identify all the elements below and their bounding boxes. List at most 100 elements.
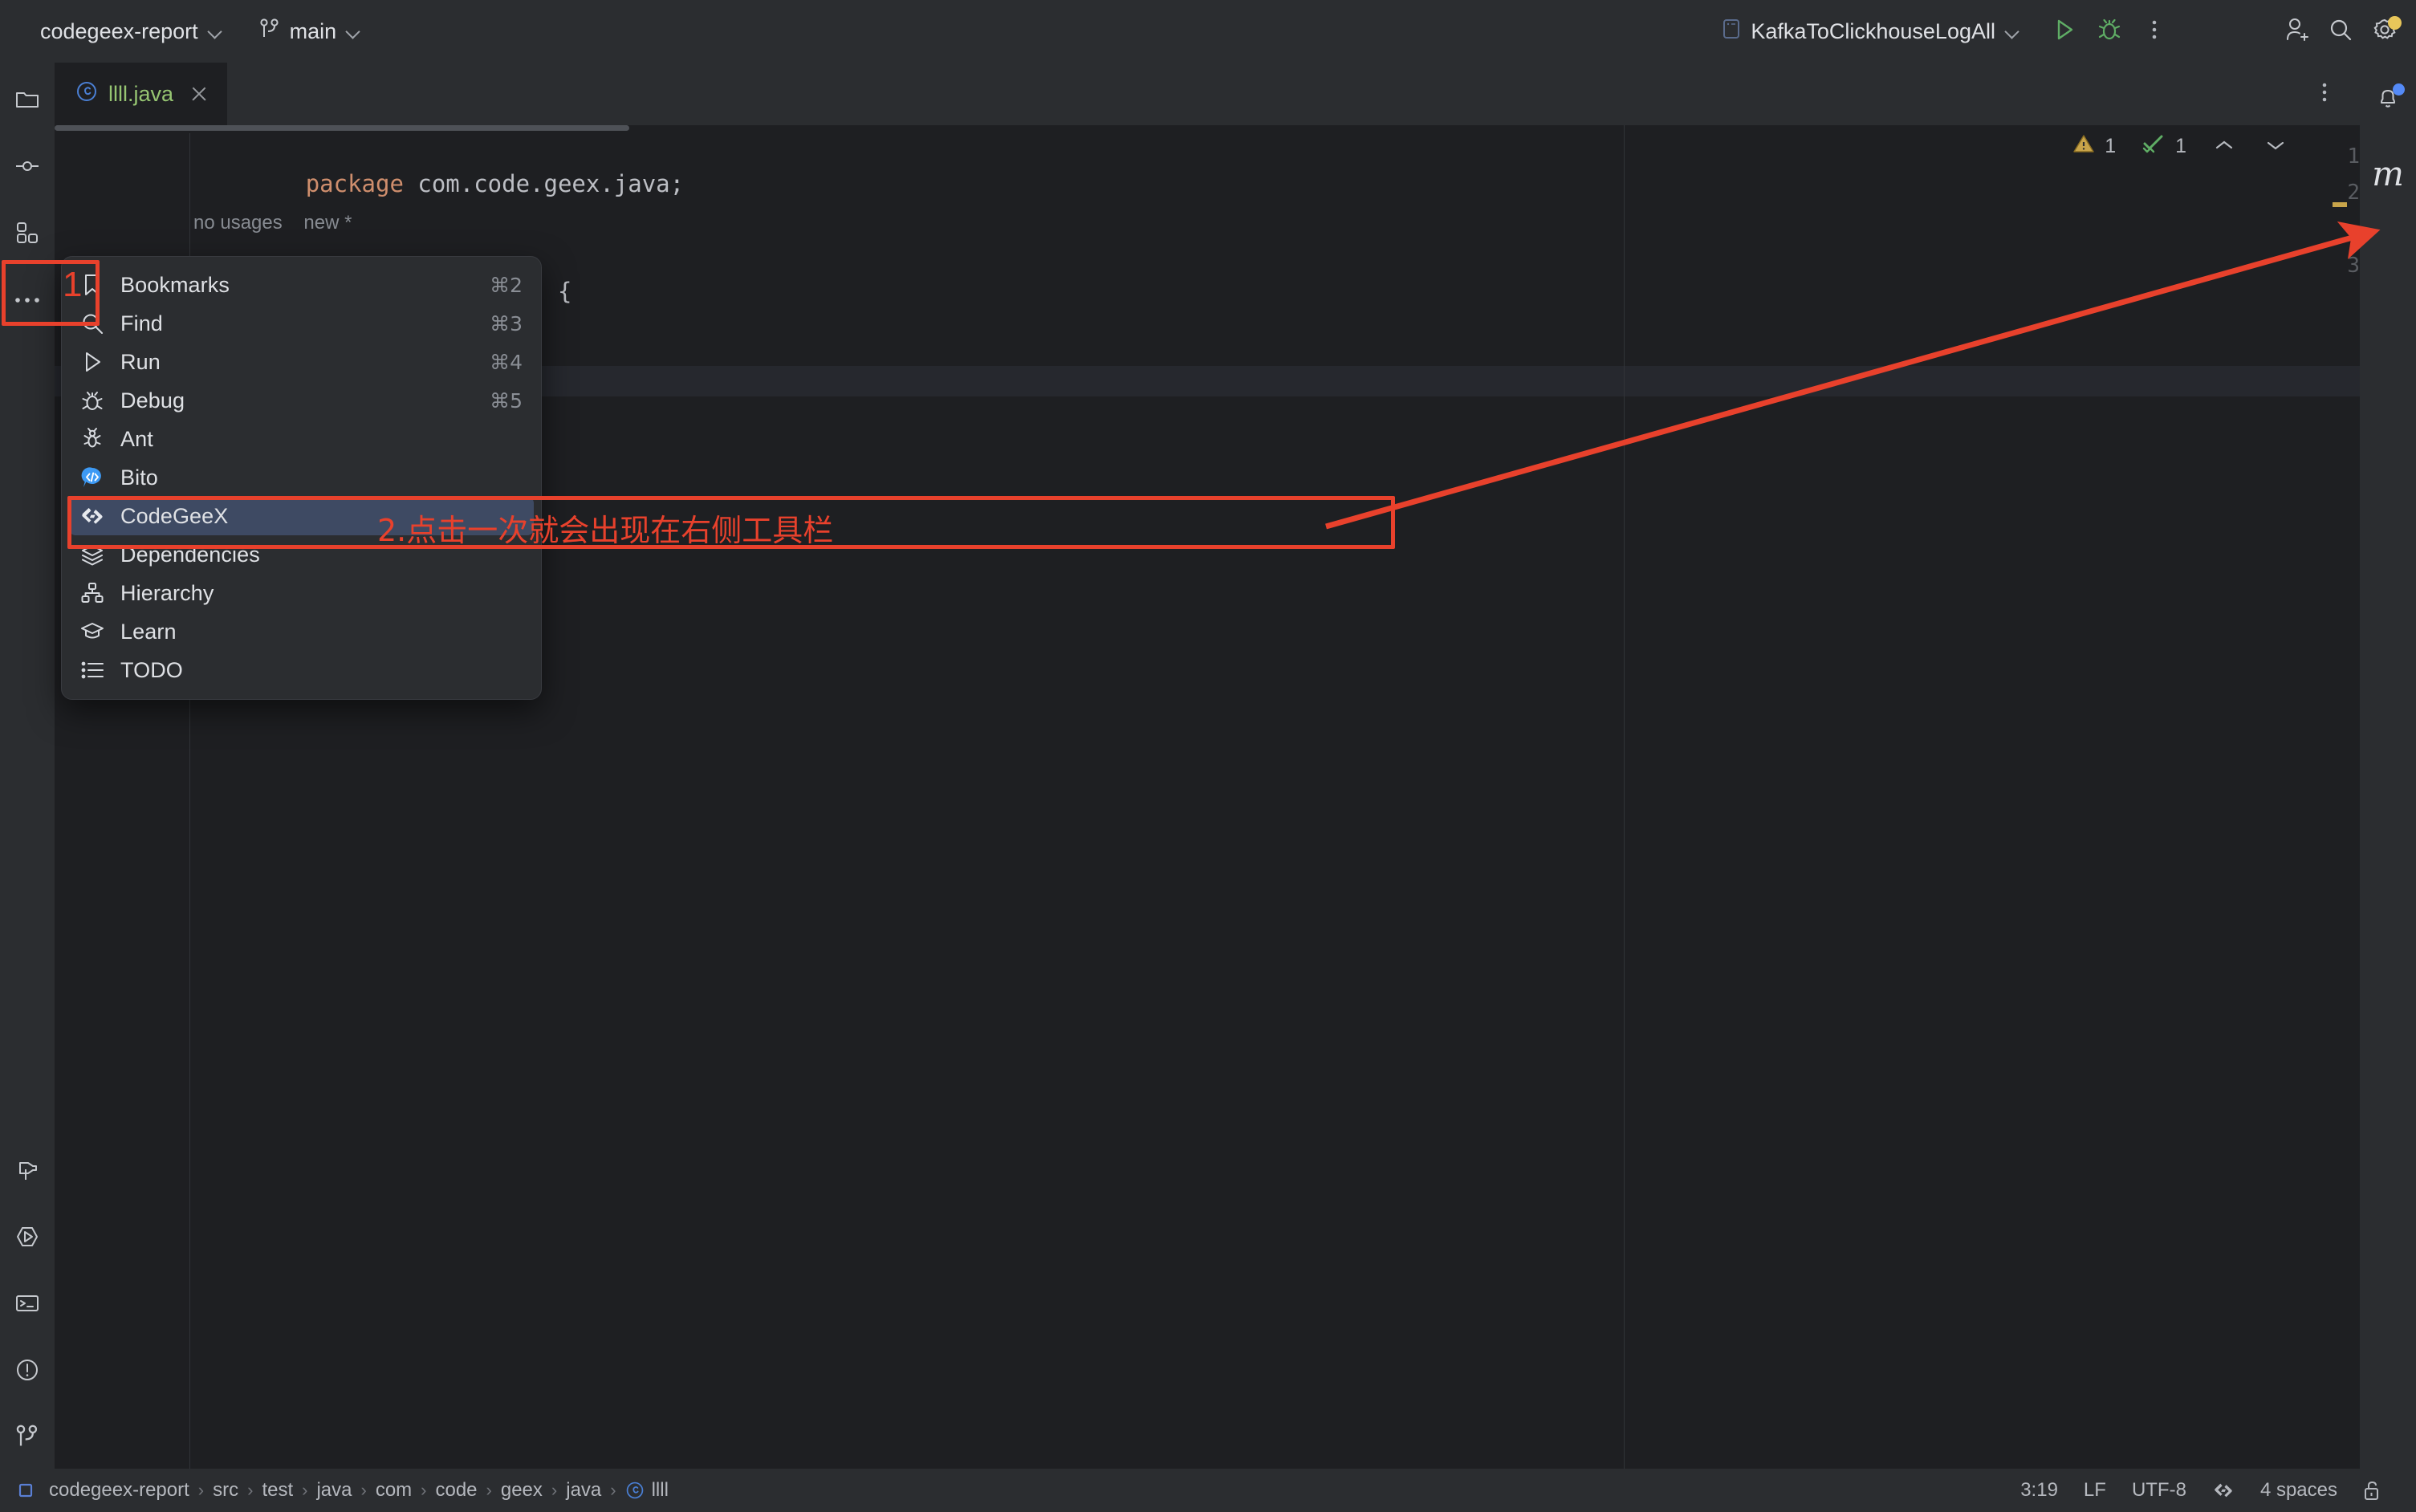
menu-item-bito[interactable]: Bito <box>69 458 534 497</box>
debug-button[interactable] <box>2087 9 2132 54</box>
notification-badge <box>2393 83 2405 96</box>
indent-setting[interactable]: 4 spaces <box>2247 1475 2350 1506</box>
run-config-icon <box>1722 18 1741 45</box>
line-number: 2 <box>2347 181 2360 205</box>
codegeex-status-icon[interactable] <box>2199 1477 2247 1504</box>
menu-item-label: CodeGeeX <box>120 503 229 528</box>
run-configuration-selector[interactable]: KafkaToClickhouseLogAll <box>1710 14 2031 50</box>
sidebar-item-services[interactable] <box>5 1216 50 1261</box>
bito-icon <box>79 464 106 491</box>
unlock-icon <box>2363 1480 2382 1501</box>
chevron-up-icon[interactable] <box>2214 135 2235 158</box>
inspections-widget[interactable]: 1 1 <box>2072 133 2286 160</box>
layers-icon <box>79 541 106 568</box>
sidebar-item-version-control[interactable] <box>5 1416 50 1461</box>
menu-item-label: Ant <box>120 426 153 451</box>
settings-button[interactable] <box>2363 9 2408 54</box>
breadcrumb-item[interactable]: code <box>428 1477 484 1504</box>
bookmark-icon <box>79 271 106 299</box>
editor-tab-bar: llll.java <box>55 63 2360 125</box>
more-run-options-button[interactable] <box>2132 9 2177 54</box>
sidebar-item-maven[interactable]: m <box>2365 151 2410 196</box>
ok-count: 1 <box>2175 135 2186 157</box>
terminal-icon <box>14 1290 40 1320</box>
close-icon[interactable] <box>189 83 209 104</box>
right-tool-stripe: m <box>2359 63 2416 1469</box>
menu-item-bookmarks[interactable]: Bookmarks ⌘2 <box>69 266 534 304</box>
menu-item-ant[interactable]: Ant <box>69 420 534 458</box>
code-token: com.code.geex.java; <box>403 170 685 197</box>
breadcrumb-item[interactable]: com <box>368 1477 419 1504</box>
breadcrumb-item[interactable]: java <box>309 1477 359 1504</box>
status-bar-right: 3:19 LF UTF-8 4 spaces <box>2007 1475 2416 1506</box>
search-icon <box>79 310 106 337</box>
run-button[interactable] <box>2042 9 2087 54</box>
error-stripe-marker[interactable] <box>2333 202 2347 207</box>
menu-item-find[interactable]: Find ⌘3 <box>69 304 534 343</box>
right-margin-guide <box>1624 125 1625 1469</box>
check-green-icon <box>2141 133 2166 160</box>
menu-item-learn[interactable]: Learn <box>69 612 534 651</box>
project-selector[interactable]: codegeex-report <box>29 14 234 49</box>
maven-m-icon: m <box>2372 153 2404 193</box>
add-user-button[interactable] <box>2273 9 2318 54</box>
blocks-icon <box>15 221 39 249</box>
editor-tab-label: llll.java <box>108 81 174 106</box>
git-branch-icon <box>259 18 280 46</box>
breadcrumb-item[interactable]: src <box>205 1477 246 1504</box>
sidebar-item-more-tool-windows[interactable] <box>5 278 50 323</box>
breadcrumb-item-class[interactable]: llll <box>618 1477 676 1504</box>
commit-icon <box>14 153 40 183</box>
menu-item-label: Hierarchy <box>120 580 214 605</box>
sidebar-item-structure[interactable] <box>5 212 50 257</box>
menu-item-label: Find <box>120 311 163 335</box>
hierarchy-icon <box>79 579 106 607</box>
breadcrumb-item[interactable]: geex <box>494 1477 550 1504</box>
menu-item-debug[interactable]: Debug ⌘5 <box>69 381 534 420</box>
more-vertical-icon <box>2321 79 2328 109</box>
breadcrumb-separator: › <box>247 1480 254 1500</box>
menu-item-dependencies[interactable]: Dependencies <box>69 535 534 574</box>
branch-selector[interactable]: main <box>248 13 372 51</box>
search-everywhere-button[interactable] <box>2318 9 2363 54</box>
sidebar-item-project[interactable] <box>5 79 50 124</box>
menu-item-label: Bookmarks <box>120 272 230 297</box>
sidebar-item-notifications[interactable] <box>2365 77 2410 122</box>
editor-horizontal-scrollbar[interactable] <box>55 125 629 131</box>
java-class-icon <box>75 80 98 108</box>
breadcrumb-class-label: llll <box>651 1479 669 1501</box>
menu-item-label: Bito <box>120 465 158 490</box>
menu-item-todo[interactable]: TODO <box>69 651 534 689</box>
menu-item-codegeex[interactable]: CodeGeeX <box>69 497 534 535</box>
warning-circle-icon <box>14 1357 40 1387</box>
run-config-name: KafkaToClickhouseLogAll <box>1751 18 1995 43</box>
editor-tab-options-button[interactable] <box>2302 71 2347 116</box>
file-encoding[interactable]: UTF-8 <box>2119 1475 2199 1506</box>
sidebar-item-build[interactable] <box>5 1149 50 1194</box>
read-only-toggle[interactable] <box>2350 1476 2395 1505</box>
caret-position[interactable]: 3:19 <box>2007 1475 2071 1506</box>
menu-item-label: Run <box>120 349 161 374</box>
breadcrumb-item[interactable]: java <box>559 1477 608 1504</box>
breadcrumb-item[interactable]: test <box>254 1477 300 1504</box>
breadcrumb-separator: › <box>486 1480 492 1500</box>
chevron-down-icon[interactable] <box>2265 135 2286 158</box>
breadcrumb-item[interactable]: codegeex-report <box>42 1477 197 1504</box>
menu-item-hierarchy[interactable]: Hierarchy <box>69 574 534 612</box>
title-bar: codegeex-report main KafkaToClickhouseLo… <box>0 0 2416 63</box>
folder-icon <box>14 87 40 116</box>
sidebar-item-commit[interactable] <box>5 145 50 190</box>
breadcrumb-separator: › <box>610 1480 616 1500</box>
sidebar-item-problems[interactable] <box>5 1349 50 1394</box>
line-separator[interactable]: LF <box>2071 1475 2119 1506</box>
editor-tab-llll-java[interactable]: llll.java <box>55 63 228 125</box>
debug-icon <box>79 387 106 414</box>
settings-badge <box>2388 16 2402 30</box>
menu-item-run[interactable]: Run ⌘4 <box>69 343 534 381</box>
sidebar-item-terminal[interactable] <box>5 1282 50 1327</box>
keyword-token: package <box>305 170 404 197</box>
breadcrumb-separator: › <box>197 1480 205 1500</box>
breadcrumb-separator: › <box>360 1480 367 1500</box>
breadcrumb-separator: › <box>421 1480 427 1500</box>
git-branch-icon <box>15 1424 39 1453</box>
